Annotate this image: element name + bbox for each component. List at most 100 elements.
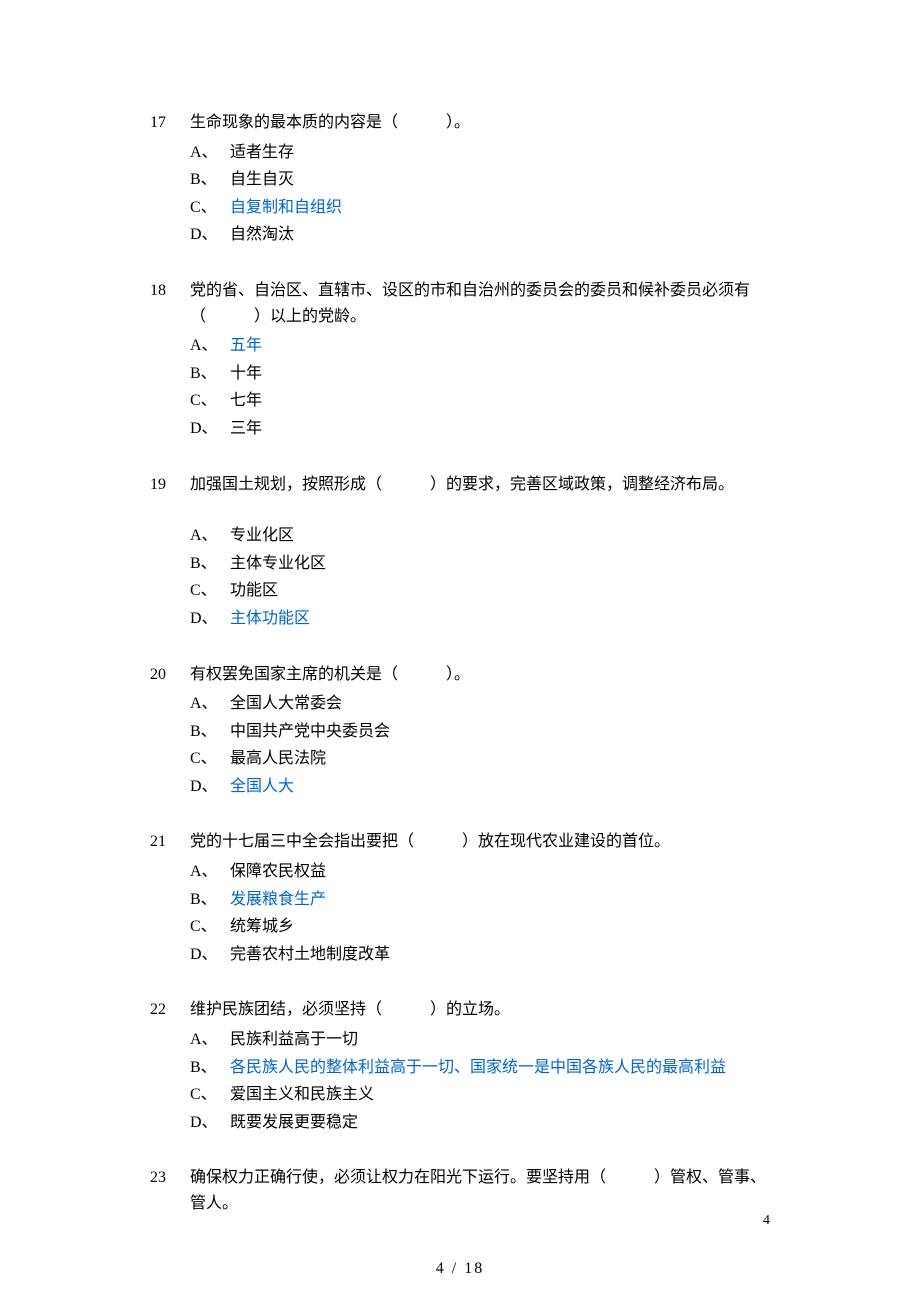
option-row: D、完善农村土地制度改革 xyxy=(190,942,770,968)
option-letter: A、 xyxy=(190,523,230,549)
options-list: A、全国人大常委会B、中国共产党中央委员会C、最高人民法院D、全国人大 xyxy=(190,691,770,799)
question-number: 22 xyxy=(150,997,190,1023)
option-letter: B、 xyxy=(190,719,230,745)
question-block: 23确保权力正确行使，必须让权力在阳光下运行。要坚持用（ ）管权、管事、管人。 xyxy=(150,1165,770,1220)
option-letter: A、 xyxy=(190,140,230,166)
question-block: 18党的省、自治区、直辖市、设区的市和自治州的委员会的委员和候补委员必须有（ ）… xyxy=(150,278,770,444)
option-letter: C、 xyxy=(190,195,230,221)
option-letter: A、 xyxy=(190,1027,230,1053)
option-text: 功能区 xyxy=(230,578,770,604)
question-number: 21 xyxy=(150,829,190,855)
question-stem: 党的省、自治区、直辖市、设区的市和自治州的委员会的委员和候补委员必须有（ ）以上… xyxy=(190,278,770,329)
question-block: 22维护民族团结，必须坚持（ ）的立场。A、民族利益高于一切B、各民族人民的整体… xyxy=(150,997,770,1137)
option-text: 自复制和自组织 xyxy=(230,195,770,221)
option-letter: B、 xyxy=(190,551,230,577)
option-text: 自然淘汰 xyxy=(230,222,770,248)
option-row: B、自生自灭 xyxy=(190,167,770,193)
question-stem: 党的十七届三中全会指出要把（ ）放在现代农业建设的首位。 xyxy=(190,829,770,855)
option-letter: A、 xyxy=(190,691,230,717)
option-row: A、保障农民权益 xyxy=(190,859,770,885)
option-row: C、自复制和自组织 xyxy=(190,195,770,221)
question-stem: 生命现象的最本质的内容是（ ）。 xyxy=(190,110,770,136)
option-row: A、五年 xyxy=(190,333,770,359)
option-letter: C、 xyxy=(190,746,230,772)
option-letter: D、 xyxy=(190,606,230,632)
question-number: 19 xyxy=(150,472,190,498)
option-letter: D、 xyxy=(190,942,230,968)
option-text: 最高人民法院 xyxy=(230,746,770,772)
option-row: D、三年 xyxy=(190,416,770,442)
option-letter: C、 xyxy=(190,388,230,414)
page-footer: 4 / 18 xyxy=(0,1256,920,1282)
option-letter: B、 xyxy=(190,361,230,387)
question-number: 23 xyxy=(150,1165,190,1191)
question-row: 17生命现象的最本质的内容是（ ）。 A、适者生存B、自生自灭C、自复制和自组织D… xyxy=(150,110,770,250)
question-body: 党的十七届三中全会指出要把（ ）放在现代农业建设的首位。 A、保障农民权益B、发展… xyxy=(190,829,770,969)
option-letter: A、 xyxy=(190,333,230,359)
option-letter: D、 xyxy=(190,774,230,800)
option-text: 主体专业化区 xyxy=(230,551,770,577)
options-list: A、专业化区B、主体专业化区C、功能区D、主体功能区 xyxy=(190,523,770,631)
option-text: 发展粮食生产 xyxy=(230,887,770,913)
option-row: C、最高人民法院 xyxy=(190,746,770,772)
question-row: 23确保权力正确行使，必须让权力在阳光下运行。要坚持用（ ）管权、管事、管人。 xyxy=(150,1165,770,1220)
option-text: 十年 xyxy=(230,361,770,387)
question-body: 生命现象的最本质的内容是（ ）。A、适者生存B、自生自灭C、自复制和自组织D、自… xyxy=(190,110,770,250)
question-stem: 确保权力正确行使，必须让权力在阳光下运行。要坚持用（ ）管权、管事、管人。 xyxy=(190,1165,770,1216)
option-row: D、主体功能区 xyxy=(190,606,770,632)
option-text: 专业化区 xyxy=(230,523,770,549)
question-row: 20有权罢免国家主席的机关是（ ）。A、全国人大常委会B、中国共产党中央委员会C… xyxy=(150,662,770,802)
question-body: 党的省、自治区、直辖市、设区的市和自治州的委员会的委员和候补委员必须有（ ）以上… xyxy=(190,278,770,444)
option-text: 自生自灭 xyxy=(230,167,770,193)
options-list: A、民族利益高于一切B、各民族人民的整体利益高于一切、国家统一是中国各族人民的最… xyxy=(190,1027,770,1135)
question-body: 确保权力正确行使，必须让权力在阳光下运行。要坚持用（ ）管权、管事、管人。 xyxy=(190,1165,770,1220)
option-row: B、十年 xyxy=(190,361,770,387)
option-letter: B、 xyxy=(190,1055,230,1081)
option-letter: C、 xyxy=(190,578,230,604)
option-text: 民族利益高于一切 xyxy=(230,1027,770,1053)
option-text: 保障农民权益 xyxy=(230,859,770,885)
options-list: A、五年B、十年C、七年D、三年 xyxy=(190,333,770,441)
option-row: A、专业化区 xyxy=(190,523,770,549)
option-row: D、自然淘汰 xyxy=(190,222,770,248)
option-text: 适者生存 xyxy=(230,140,770,166)
option-letter: C、 xyxy=(190,914,230,940)
option-text: 七年 xyxy=(230,388,770,414)
question-number: 18 xyxy=(150,278,190,304)
question-block: 17生命现象的最本质的内容是（ ）。 A、适者生存B、自生自灭C、自复制和自组织D… xyxy=(150,110,770,250)
question-block: 21党的十七届三中全会指出要把（ ）放在现代农业建设的首位。 A、保障农民权益B、… xyxy=(150,829,770,969)
option-letter: B、 xyxy=(190,887,230,913)
option-letter: D、 xyxy=(190,1110,230,1136)
option-row: B、各民族人民的整体利益高于一切、国家统一是中国各族人民的最高利益 xyxy=(190,1055,770,1081)
option-text: 中国共产党中央委员会 xyxy=(230,719,770,745)
options-list: A、适者生存B、自生自灭C、自复制和自组织D、自然淘汰 xyxy=(190,140,770,248)
option-row: B、发展粮食生产 xyxy=(190,887,770,913)
question-row: 22维护民族团结，必须坚持（ ）的立场。A、民族利益高于一切B、各民族人民的整体… xyxy=(150,997,770,1137)
option-text: 主体功能区 xyxy=(230,606,770,632)
question-body: 有权罢免国家主席的机关是（ ）。A、全国人大常委会B、中国共产党中央委员会C、最… xyxy=(190,662,770,802)
corner-page-number: 4 xyxy=(763,1210,770,1232)
question-body: 维护民族团结，必须坚持（ ）的立场。A、民族利益高于一切B、各民族人民的整体利益… xyxy=(190,997,770,1137)
option-text: 各民族人民的整体利益高于一切、国家统一是中国各族人民的最高利益 xyxy=(230,1055,770,1081)
question-block: 20有权罢免国家主席的机关是（ ）。A、全国人大常委会B、中国共产党中央委员会C… xyxy=(150,662,770,802)
option-letter: B、 xyxy=(190,167,230,193)
question-row: 21党的十七届三中全会指出要把（ ）放在现代农业建设的首位。 A、保障农民权益B、… xyxy=(150,829,770,969)
option-row: B、中国共产党中央委员会 xyxy=(190,719,770,745)
question-block: 19加强国土规划，按照形成（ ）的要求，完善区域政策，调整经济布局。 A、专业化区… xyxy=(150,472,770,634)
option-letter: D、 xyxy=(190,416,230,442)
option-row: D、全国人大 xyxy=(190,774,770,800)
option-letter: D、 xyxy=(190,222,230,248)
option-text: 爱国主义和民族主义 xyxy=(230,1082,770,1108)
question-number: 17 xyxy=(150,110,190,136)
option-row: D、既要发展更要稳定 xyxy=(190,1110,770,1136)
option-row: A、适者生存 xyxy=(190,140,770,166)
option-row: C、七年 xyxy=(190,388,770,414)
question-stem: 加强国土规划，按照形成（ ）的要求，完善区域政策，调整经济布局。 xyxy=(190,472,770,498)
option-text: 五年 xyxy=(230,333,770,359)
option-text: 三年 xyxy=(230,416,770,442)
option-text: 全国人大 xyxy=(230,774,770,800)
option-row: C、统筹城乡 xyxy=(190,914,770,940)
option-row: A、全国人大常委会 xyxy=(190,691,770,717)
option-row: B、主体专业化区 xyxy=(190,551,770,577)
question-row: 19加强国土规划，按照形成（ ）的要求，完善区域政策，调整经济布局。 A、专业化区… xyxy=(150,472,770,634)
